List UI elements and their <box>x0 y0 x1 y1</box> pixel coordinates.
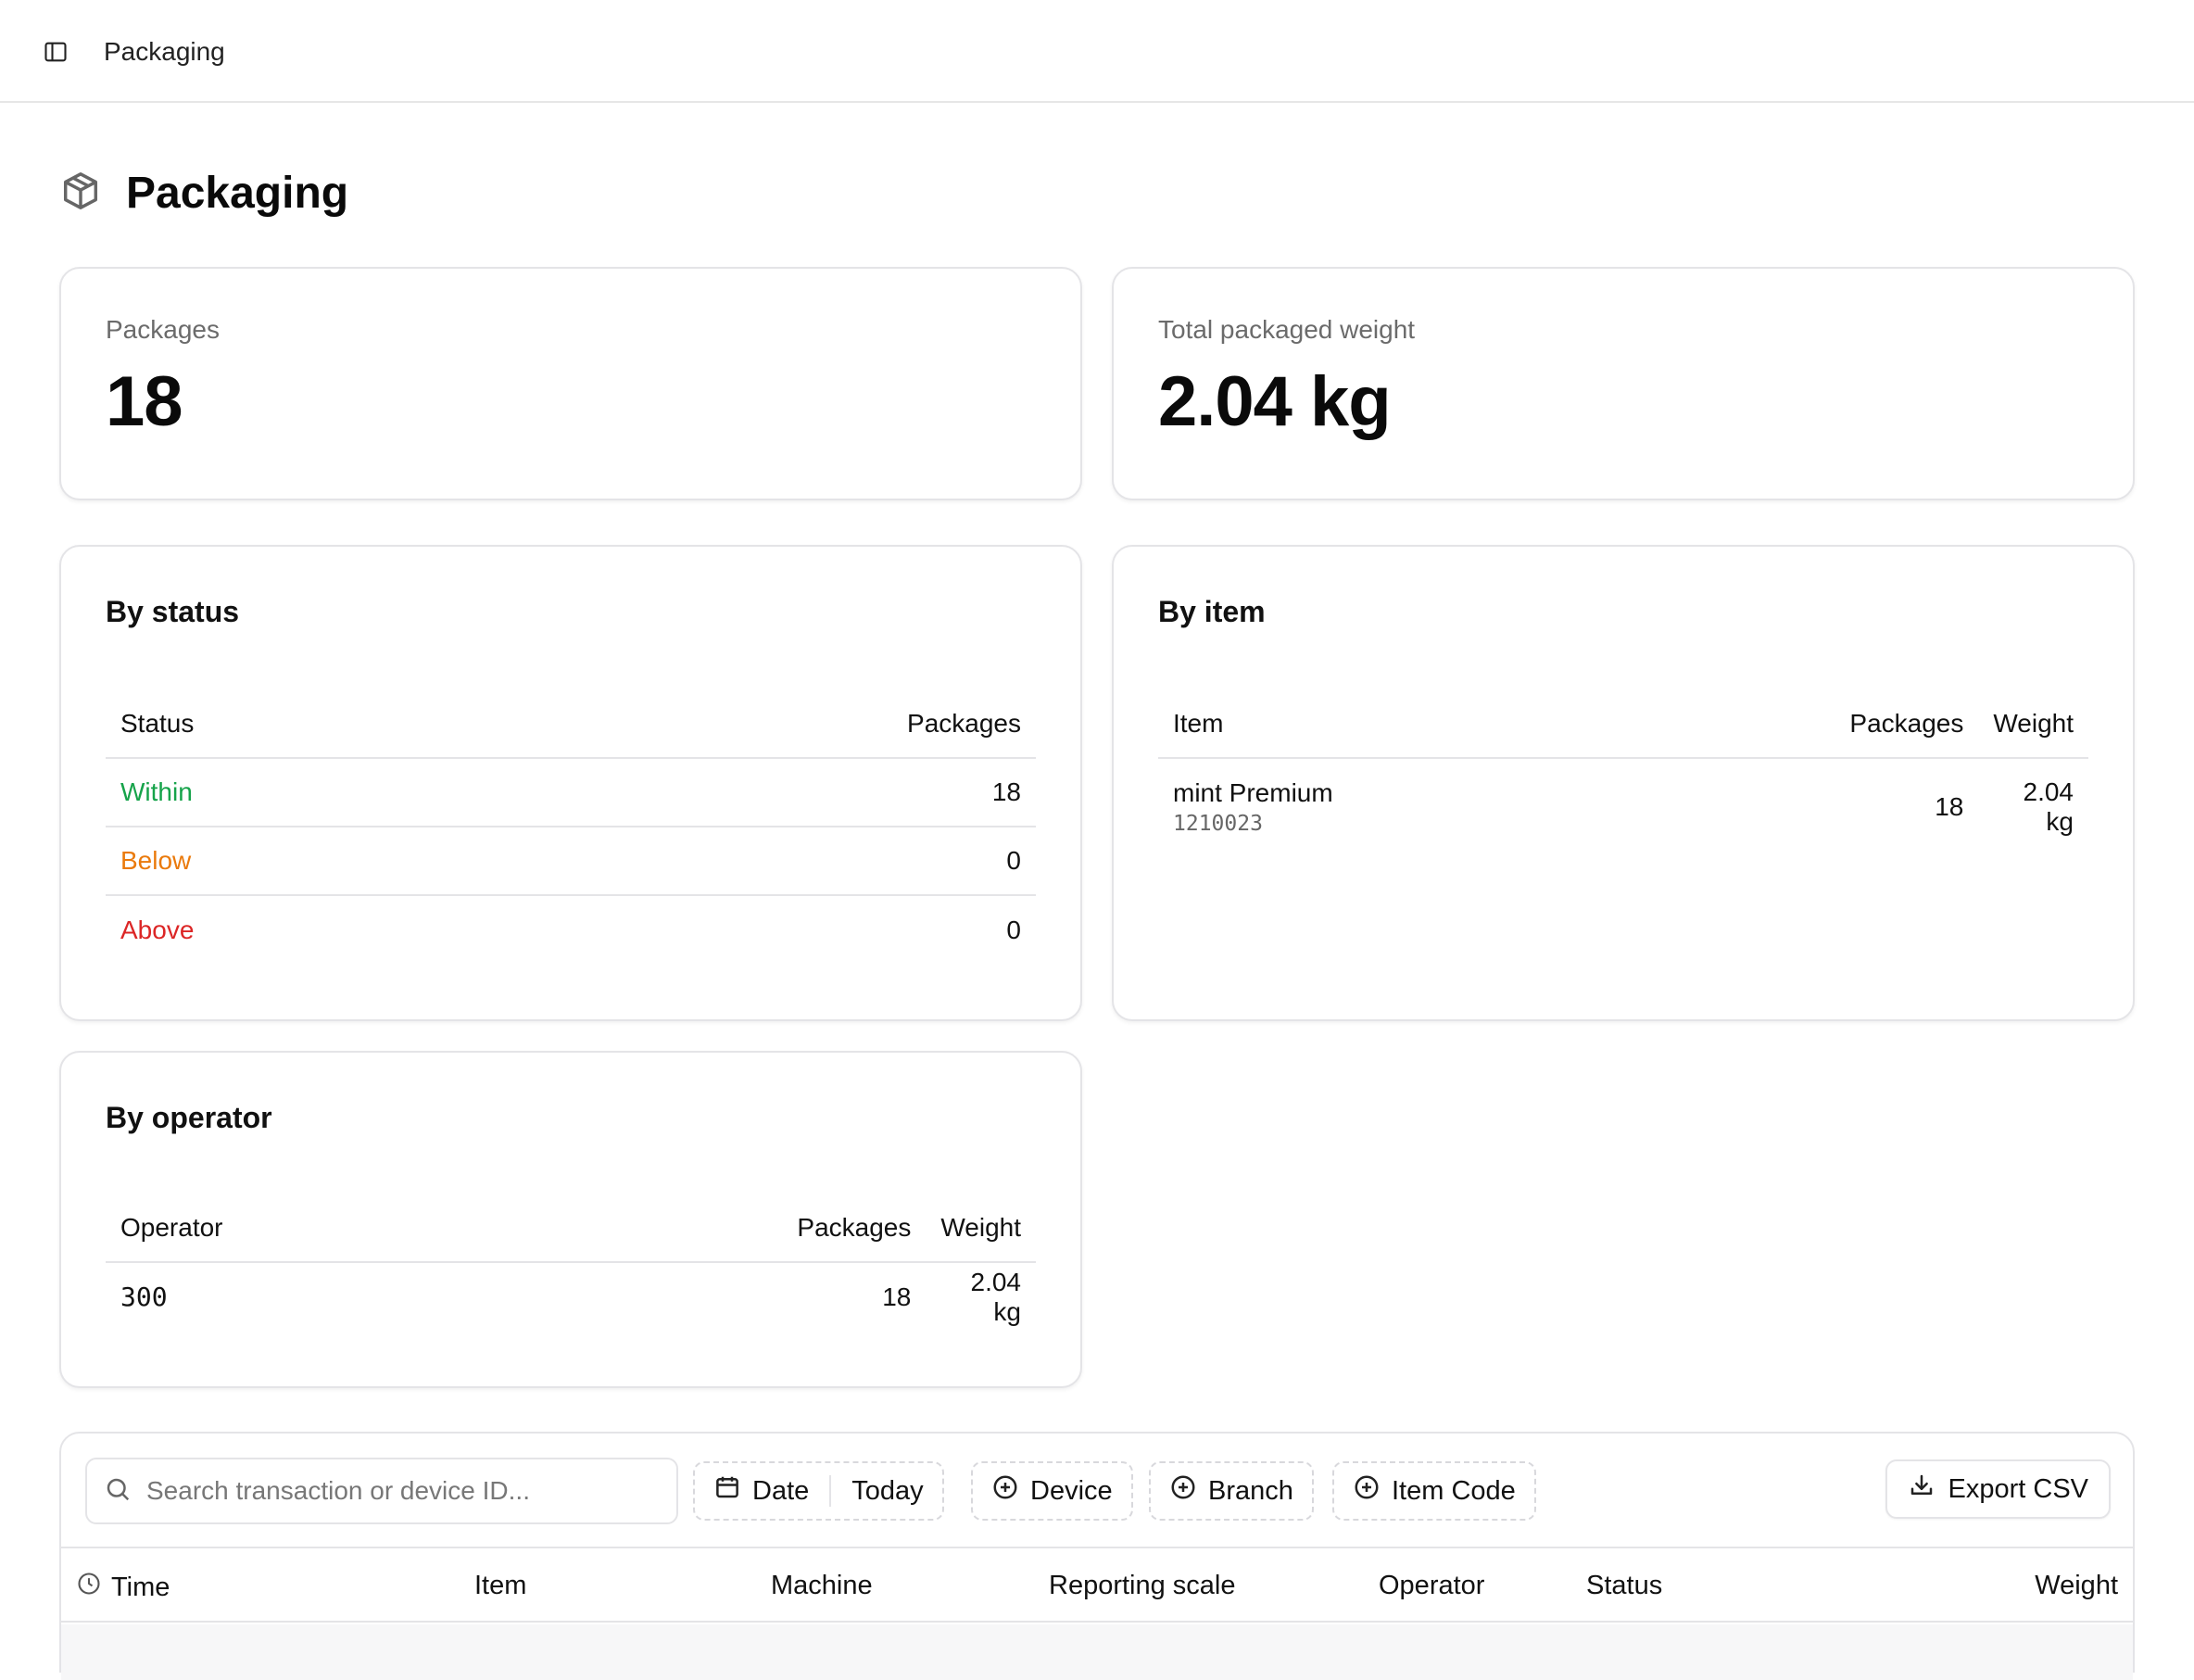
status-column-header: Status <box>106 689 495 759</box>
by-item-title: By item <box>1158 595 1266 628</box>
operator-column-header: Operator <box>106 1194 783 1263</box>
by-status-title: By status <box>106 595 240 628</box>
weight-column-header[interactable]: Weight <box>2035 1571 2118 1601</box>
status-within-count: 18 <box>494 758 1036 827</box>
search-input[interactable] <box>146 1476 647 1506</box>
operator-id: 300 <box>120 1282 168 1312</box>
item-cell: mint Premium 1210023 <box>1158 758 1835 854</box>
table-row: Below 0 <box>106 827 1036 896</box>
sidebar-toggle-icon[interactable] <box>39 35 72 69</box>
status-within: Within <box>106 758 495 827</box>
status-below: Below <box>106 827 495 896</box>
transactions-panel: Date Today Device Branch <box>59 1432 2135 1680</box>
packages-stat-value: 18 <box>106 362 183 441</box>
packages-column-header: Packages <box>1835 689 1979 759</box>
by-operator-table: Operator Packages Weight 300 18 2.04 kg <box>106 1194 1036 1331</box>
by-status-table: Status Packages Within 18 Below 0 Above … <box>106 689 1036 964</box>
status-above: Above <box>120 915 195 944</box>
weight-column-header: Weight <box>1978 689 2088 759</box>
by-operator-title: By operator <box>106 1101 272 1134</box>
item-weight: 2.04 kg <box>2023 777 2074 836</box>
page-header: Packaging <box>59 163 348 222</box>
plus-circle-icon <box>991 1473 1019 1509</box>
status-below-count: 0 <box>494 827 1036 896</box>
by-item-table: Item Packages Weight mint Premium 121002… <box>1158 689 2088 854</box>
item-code-filter-button[interactable]: Item Code <box>1332 1461 1536 1521</box>
plus-circle-icon <box>1169 1473 1197 1509</box>
machine-column-header[interactable]: Machine <box>771 1571 873 1601</box>
weight-column-header: Weight <box>926 1194 1036 1263</box>
by-operator-card: By operator Operator Packages Weight 300… <box>59 1051 1082 1388</box>
by-item-card: By item Item Packages Weight mint Premiu… <box>1112 545 2135 1021</box>
status-column-header[interactable]: Status <box>1586 1571 1662 1601</box>
item-name: mint Premium <box>1173 777 1333 807</box>
search-box[interactable] <box>85 1458 678 1524</box>
weight-stat-label: Total packaged weight <box>1158 315 1416 344</box>
table-row <box>61 1624 2133 1680</box>
device-filter-button[interactable]: Device <box>971 1461 1133 1521</box>
operator-column-header[interactable]: Operator <box>1379 1571 1484 1601</box>
table-row: mint Premium 1210023 18 2.04 kg <box>1158 758 2088 854</box>
reporting-scale-column-header[interactable]: Reporting scale <box>1049 1571 1236 1601</box>
operator-weight: 2.04 kg <box>970 1267 1022 1326</box>
plus-circle-icon <box>1353 1473 1381 1509</box>
export-csv-label: Export CSV <box>1948 1473 2089 1504</box>
item-column-header[interactable]: Item <box>474 1571 526 1601</box>
search-icon <box>104 1475 132 1508</box>
time-column-label: Time <box>111 1572 170 1602</box>
item-packages: 18 <box>1935 791 1964 821</box>
packages-stat-card: Packages 18 <box>59 267 1082 500</box>
date-filter-button[interactable]: Date Today <box>693 1461 944 1521</box>
calendar-icon <box>713 1473 741 1509</box>
breadcrumb: Packaging <box>104 37 225 66</box>
status-above-count: 0 <box>1006 915 1021 944</box>
date-filter-label: Date <box>752 1475 810 1506</box>
page-title: Packaging <box>126 168 349 218</box>
weight-stat-value: 2.04 kg <box>1158 362 1392 441</box>
packages-column-header: Packages <box>782 1194 927 1263</box>
clock-icon <box>76 1571 102 1604</box>
table-row: Above 0 <box>106 895 1036 964</box>
branch-filter-label: Branch <box>1208 1475 1293 1506</box>
date-filter-value: Today <box>851 1475 924 1506</box>
top-bar: Packaging <box>0 0 2194 103</box>
by-status-card: By status Status Packages Within 18 Belo… <box>59 545 1082 1021</box>
operator-packages: 18 <box>882 1282 912 1311</box>
package-icon <box>59 170 102 217</box>
item-code-filter-label: Item Code <box>1392 1475 1516 1506</box>
weight-stat-card: Total packaged weight 2.04 kg <box>1112 267 2135 500</box>
device-filter-label: Device <box>1030 1475 1113 1506</box>
item-code: 1210023 <box>1173 811 1263 836</box>
transactions-table-header: Time Item Machine Reporting scale Operat… <box>61 1547 2133 1623</box>
table-row: 300 18 2.04 kg <box>106 1262 1036 1331</box>
packages-column-header: Packages <box>494 689 1036 759</box>
time-column-header[interactable]: Time <box>76 1571 170 1604</box>
export-csv-button[interactable]: Export CSV <box>1885 1459 2111 1519</box>
packages-stat-label: Packages <box>106 315 220 344</box>
item-column-header: Item <box>1158 689 1835 759</box>
table-row: Within 18 <box>106 758 1036 827</box>
branch-filter-button[interactable]: Branch <box>1149 1461 1314 1521</box>
divider <box>829 1475 832 1507</box>
download-icon <box>1908 1472 1936 1507</box>
